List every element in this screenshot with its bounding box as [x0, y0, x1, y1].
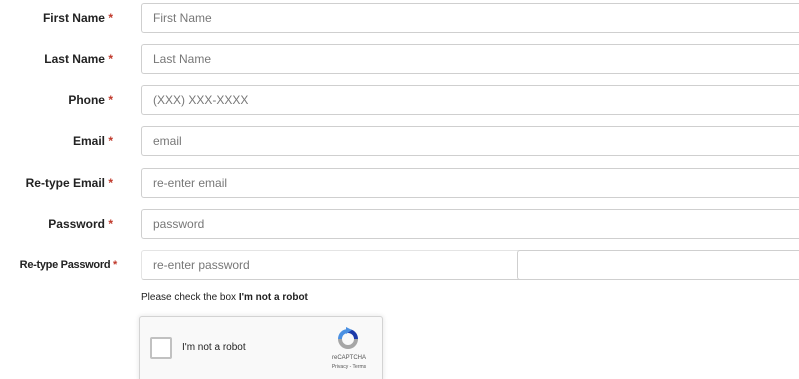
- phone-row: Phone *: [0, 85, 799, 115]
- required-asterisk: *: [108, 217, 113, 231]
- retype-password-row: Re-type Password *: [0, 250, 799, 280]
- recaptcha-logo-icon: [338, 327, 358, 349]
- email-input[interactable]: [141, 126, 799, 156]
- first-name-row: First Name *: [0, 3, 799, 33]
- email-label: Email *: [0, 126, 113, 156]
- email-label-text: Email: [72, 134, 105, 148]
- retype-password-input[interactable]: [141, 250, 799, 280]
- first-name-label-text: First Name: [42, 11, 105, 25]
- first-name-label: First Name *: [0, 3, 113, 33]
- last-name-label-text: Last Name: [44, 52, 105, 66]
- recaptcha-checkbox-label: I'm not a robot: [182, 342, 246, 353]
- password-input[interactable]: [141, 209, 799, 239]
- recaptcha-brand: reCAPTCHA: [331, 355, 366, 361]
- captcha-instruction-prefix: Please check the box: [141, 292, 237, 303]
- recaptcha-checkbox[interactable]: [150, 337, 172, 359]
- required-asterisk: *: [108, 93, 113, 107]
- password-label-text: Password: [48, 217, 105, 231]
- email-row: Email *: [0, 126, 799, 156]
- required-asterisk: *: [108, 134, 113, 148]
- retype-password-label-text: Re-type Password: [19, 259, 111, 271]
- retype-password-label: Re-type Password *: [0, 250, 118, 280]
- last-name-input[interactable]: [141, 44, 799, 74]
- retype-email-row: Re-type Email *: [0, 168, 799, 198]
- last-name-row: Last Name *: [0, 44, 799, 74]
- registration-form: First Name * Last Name * Phone * Email *…: [0, 0, 799, 379]
- required-asterisk: *: [108, 11, 113, 25]
- phone-label: Phone *: [0, 85, 113, 115]
- retype-email-label: Re-type Email *: [0, 168, 113, 198]
- phone-label-text: Phone: [68, 93, 105, 107]
- recaptcha-widget: I'm not a robot reCAPTCHA Privacy - Term…: [139, 316, 383, 379]
- required-asterisk: *: [108, 176, 113, 190]
- captcha-instruction: Please check the box I'm not a robot: [141, 292, 308, 303]
- phone-input[interactable]: [141, 85, 799, 115]
- first-name-input[interactable]: [141, 3, 799, 33]
- required-asterisk: *: [108, 52, 113, 66]
- retype-email-input[interactable]: [141, 168, 799, 198]
- required-asterisk: *: [113, 259, 117, 271]
- password-label: Password *: [0, 209, 113, 239]
- password-row: Password *: [0, 209, 799, 239]
- last-name-label: Last Name *: [0, 44, 113, 74]
- captcha-instruction-emphasis: I'm not a robot: [238, 292, 308, 303]
- recaptcha-privacy-terms[interactable]: Privacy - Terms: [320, 364, 378, 370]
- retype-email-label-text: Re-type Email: [25, 176, 105, 190]
